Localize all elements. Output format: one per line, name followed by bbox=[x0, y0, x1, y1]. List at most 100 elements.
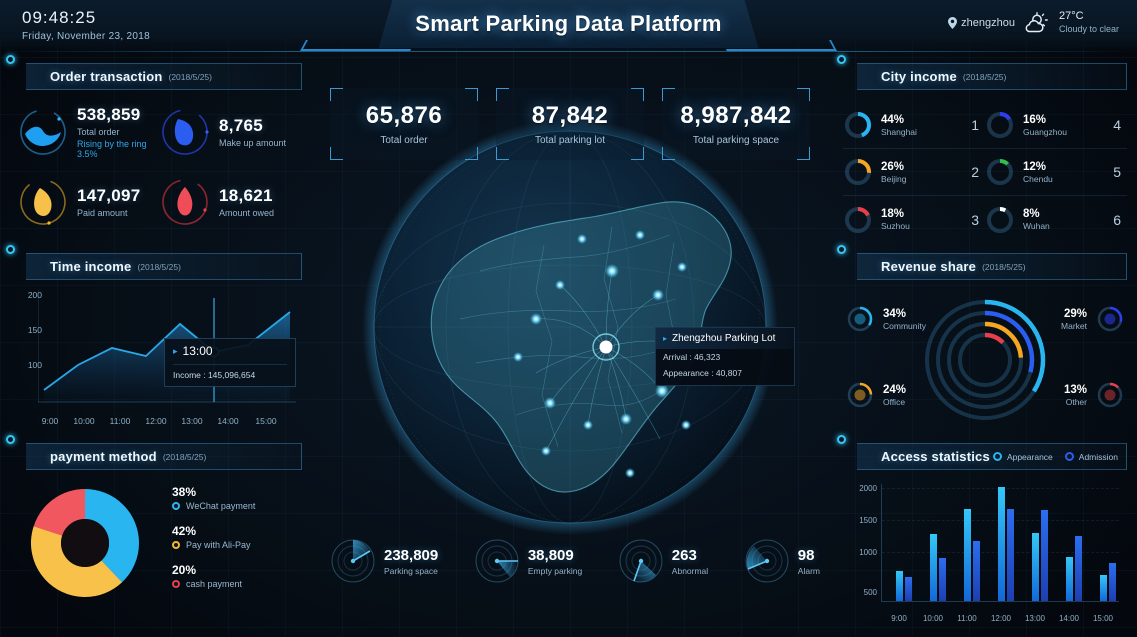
kpi-card-total-parking-lot[interactable]: 87,842 Total parking lot bbox=[496, 88, 644, 160]
panel-access-statistics: Access statistics Appearance Admission 2… bbox=[837, 435, 1127, 628]
time-income-tooltip: 13:00 Income : 145,096,654 bbox=[164, 338, 296, 387]
weather-description: Cloudy to clear bbox=[1058, 23, 1119, 34]
time-income-chart[interactable]: 200 150 100 13:00 bbox=[12, 290, 302, 430]
revenue-share-chart[interactable]: 34% Community 29% Market 24% Office 13% … bbox=[843, 288, 1127, 438]
y-tick: 1500 bbox=[859, 516, 877, 525]
city-rank: 5 bbox=[1113, 164, 1121, 180]
y-tick: 1000 bbox=[859, 548, 877, 557]
city-pct: 18% bbox=[881, 208, 905, 220]
order-stat-value: 8,765 bbox=[219, 116, 264, 135]
panel-header: Access statistics Appearance Admission bbox=[837, 435, 1127, 470]
city-rank: 4 bbox=[1113, 117, 1121, 133]
revenue-item-office[interactable]: 24% Office bbox=[845, 380, 906, 410]
x-tick: 12:00 bbox=[990, 614, 1012, 623]
y-tick: 500 bbox=[863, 588, 877, 597]
access-legend: Appearance Admission bbox=[992, 452, 1118, 462]
radar-gauge-icon bbox=[618, 538, 664, 584]
city-row[interactable]: 16% Guangzhou 4 bbox=[985, 102, 1127, 149]
payment-legend-item[interactable]: 42% Pay with Ali-Pay bbox=[172, 524, 255, 550]
bottom-stat-alarm[interactable]: 98 Alarm bbox=[744, 538, 820, 584]
order-stat-amount-owed[interactable]: 18,621 Amount owed bbox=[160, 177, 302, 227]
x-tick: 15:00 bbox=[255, 416, 277, 426]
panel-title: payment method bbox=[50, 449, 157, 464]
kpi-card-total-parking-space[interactable]: 8,987,842 Total parking space bbox=[662, 88, 810, 160]
payment-pct: 20% bbox=[172, 562, 197, 577]
kpi-card-total-order[interactable]: 65,876 Total order bbox=[330, 88, 478, 160]
order-stat-paid-amount[interactable]: 147,097 Paid amount bbox=[18, 177, 160, 227]
payment-name: Pay with Ali-Pay bbox=[172, 540, 255, 550]
progress-ring-icon bbox=[845, 206, 871, 233]
panel-payment-method: payment method (2018/5/25) 38% WeChat pa… bbox=[6, 435, 302, 602]
progress-ring-icon bbox=[845, 159, 871, 185]
kpi-label: Total order bbox=[380, 135, 428, 146]
revenue-item-other[interactable]: 13% Other bbox=[1064, 380, 1125, 410]
map-tooltip: Zhengzhou Parking Lot Arrival : 46,323 A… bbox=[655, 327, 795, 386]
map-tooltip-appearance: Appearance : 40,807 bbox=[663, 368, 742, 378]
city-row[interactable]: 8% Wuhan 6 bbox=[985, 196, 1127, 243]
weather-text: 27°C Cloudy to clear bbox=[1059, 10, 1119, 35]
x-tick: 11:00 bbox=[957, 614, 977, 623]
bottom-stat-label: Empty parking bbox=[527, 565, 583, 576]
concentric-rings bbox=[915, 290, 1055, 430]
payment-name: cash payment bbox=[172, 579, 255, 589]
order-stat-total-order[interactable]: 538,859 Total order Rising by the ring 3… bbox=[18, 105, 160, 159]
app-title: Smart Parking Data Platform bbox=[379, 0, 759, 48]
panel-date: (2018/5/25) bbox=[168, 71, 212, 82]
city-row[interactable]: 26% Beijing 2 bbox=[843, 149, 985, 196]
payment-legend-item[interactable]: 38% WeChat payment bbox=[172, 485, 255, 511]
city-name: Chendu bbox=[1023, 173, 1053, 184]
city-row[interactable]: 12% Chendu 5 bbox=[985, 149, 1127, 196]
radar-gauge-icon bbox=[330, 538, 376, 584]
legend-item-appearance[interactable]: Appearance bbox=[992, 452, 1053, 462]
header-divider bbox=[0, 51, 1137, 52]
panel-city-income: City income (2018/5/25) 44% Shanghai 1 1… bbox=[837, 55, 1127, 243]
tooltip-income: Income : 145,096,654 bbox=[173, 364, 287, 380]
globe-map[interactable]: Zhengzhou Parking Lot Arrival : 46,323 A… bbox=[330, 95, 810, 555]
x-tick: 15:00 bbox=[1092, 614, 1114, 623]
chart-y-axis: 2000 1500 1000 500 bbox=[847, 484, 877, 597]
revenue-name: Community bbox=[883, 320, 926, 331]
order-stat-make-up-amount[interactable]: 8,765 Make up amount bbox=[160, 105, 302, 159]
city-row[interactable]: 18% Suzhou 3 bbox=[843, 196, 985, 243]
panel-date: (2018/5/25) bbox=[962, 71, 1007, 82]
x-tick: 14:00 bbox=[217, 416, 239, 426]
revenue-ring-icon bbox=[845, 304, 875, 334]
panel-dot-icon bbox=[6, 245, 15, 254]
order-stat-label: Paid amount bbox=[77, 208, 128, 218]
legend-dot-icon bbox=[172, 540, 180, 549]
order-stat-value: 147,097 bbox=[77, 186, 141, 205]
access-statistics-chart[interactable]: 2000 1500 1000 500 9:00 10:00 11:00 12:0… bbox=[843, 478, 1127, 628]
revenue-item-community[interactable]: 34% Community bbox=[845, 304, 926, 334]
revenue-item-market[interactable]: 29% Market bbox=[1061, 304, 1125, 334]
panel-dot-icon bbox=[837, 435, 846, 444]
liquid-ring-icon bbox=[160, 177, 210, 227]
city-rank: 3 bbox=[971, 211, 979, 228]
bottom-stat-value: 98 bbox=[797, 546, 815, 564]
bottom-stat-empty-parking[interactable]: 38,809 Empty parking bbox=[474, 538, 582, 584]
payment-method-chart[interactable]: 38% WeChat payment 42% Pay with Ali-Pay … bbox=[12, 484, 302, 602]
progress-ring-icon bbox=[987, 206, 1013, 233]
city-row[interactable]: 44% Shanghai 1 bbox=[843, 102, 985, 149]
x-tick: 9:00 bbox=[41, 416, 59, 426]
payment-pct: 38% bbox=[172, 484, 197, 499]
panel-date: (2018/5/25) bbox=[162, 451, 207, 462]
panel-date: (2018/5/25) bbox=[982, 261, 1026, 272]
bottom-stat-parking-space[interactable]: 238,809 Parking space bbox=[330, 538, 438, 584]
payment-name: WeChat payment bbox=[172, 501, 255, 511]
map-tooltip-arrival: Arrival : 46,323 bbox=[663, 352, 721, 362]
clock-time: 09:48:25 bbox=[22, 8, 97, 27]
payment-legend-item[interactable]: 20% cash payment bbox=[172, 563, 255, 589]
bottom-stat-abnormal[interactable]: 263 Abnormal bbox=[618, 538, 708, 584]
x-tick: 13:00 bbox=[181, 416, 203, 426]
revenue-ring-icon bbox=[1095, 304, 1125, 334]
x-tick: 14:00 bbox=[1058, 614, 1080, 623]
x-tick: 9:00 bbox=[891, 614, 907, 623]
legend-dot-icon bbox=[1064, 452, 1074, 461]
panel-dot-icon bbox=[837, 55, 846, 64]
legend-item-admission[interactable]: Admission bbox=[1064, 452, 1118, 462]
panel-dot-icon bbox=[6, 55, 15, 64]
temperature: 27°C bbox=[1058, 10, 1084, 22]
app-header: 09:48:25 Friday, November 23, 2018 Smart… bbox=[0, 0, 1137, 52]
bottom-stat-label: Alarm bbox=[797, 565, 820, 576]
tooltip-time: 13:00 bbox=[173, 344, 287, 358]
